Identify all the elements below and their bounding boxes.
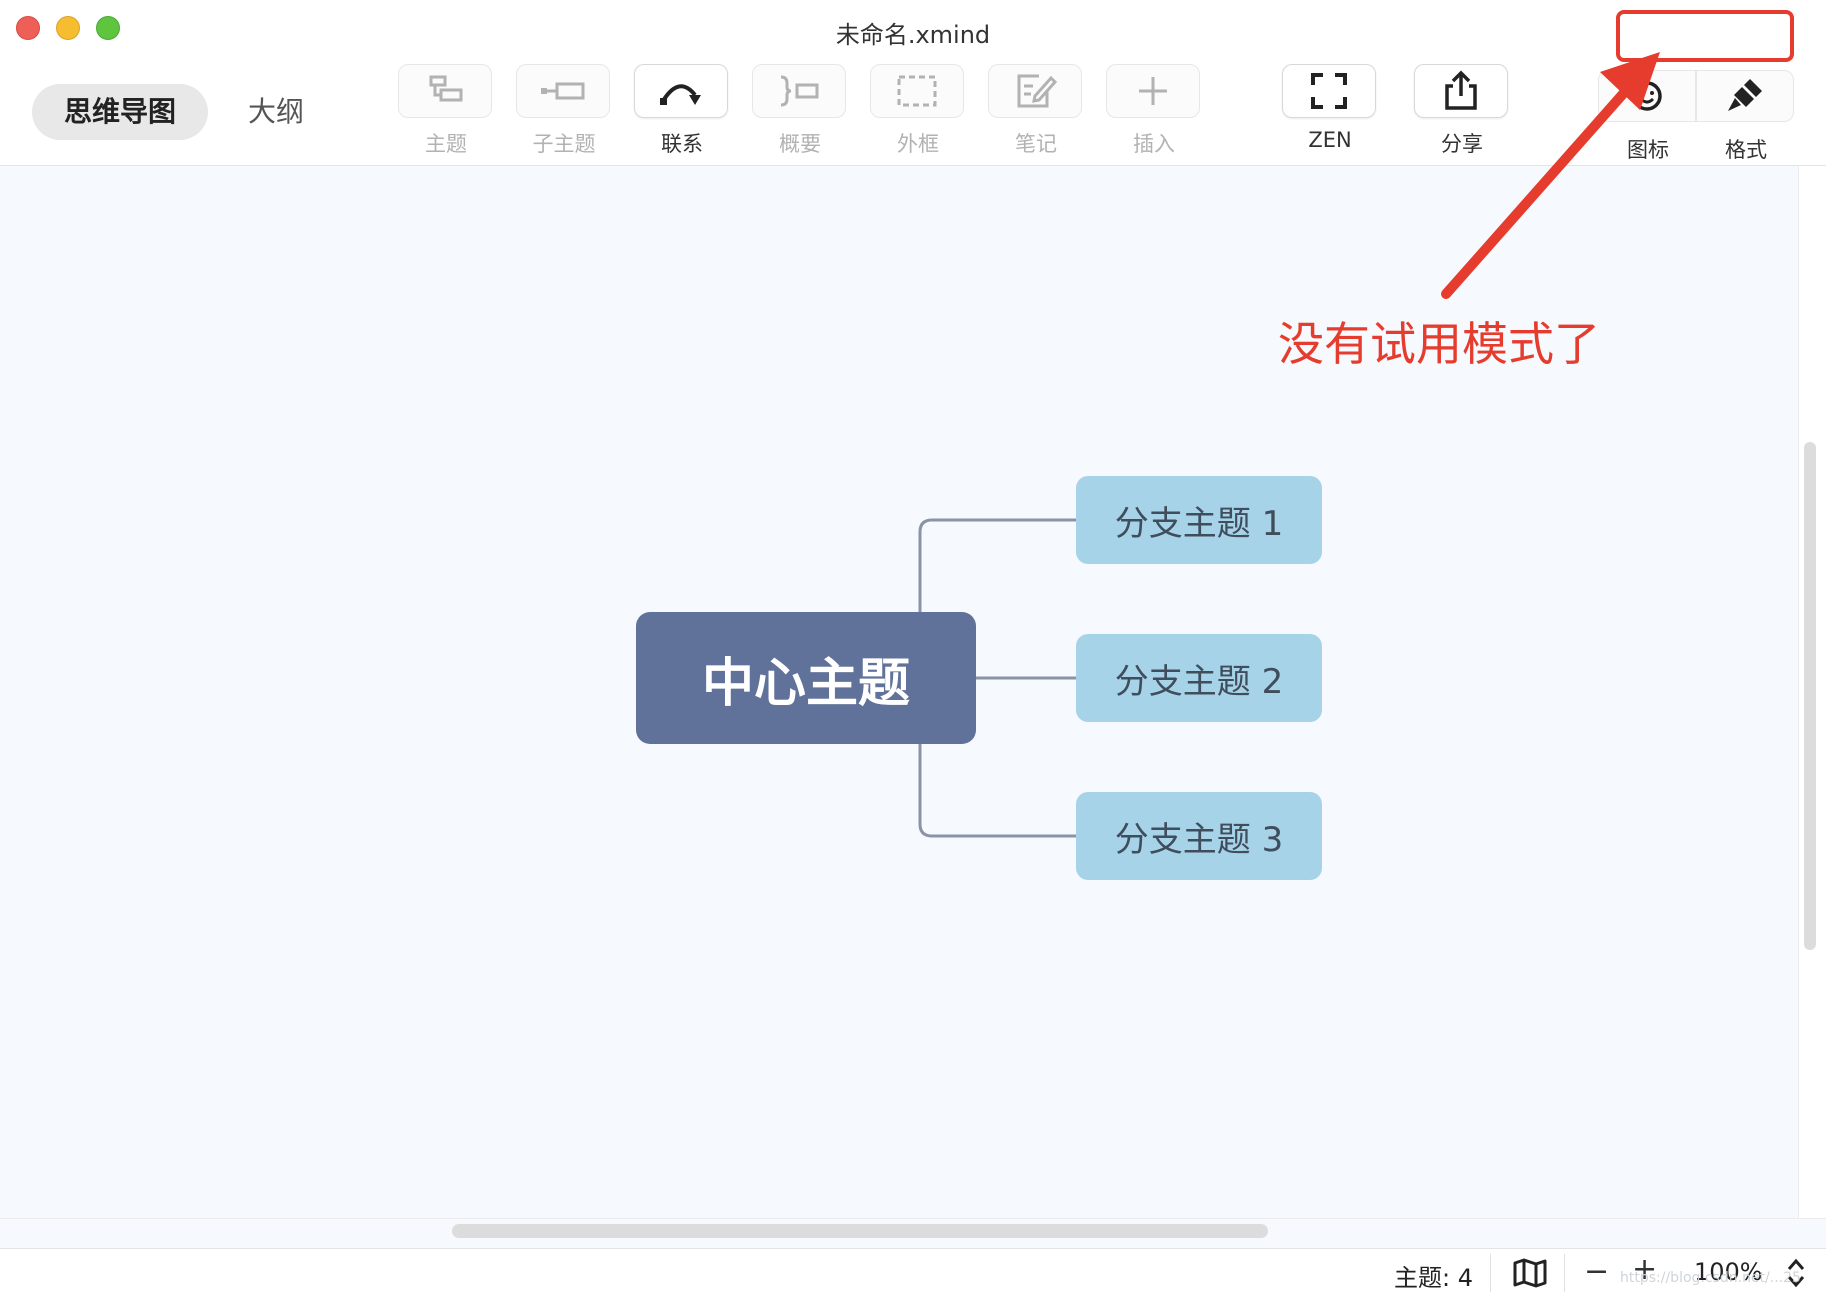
notes-label: 笔记 <box>1015 132 1057 156</box>
topic-label: 主题 <box>425 132 467 156</box>
boundary-label: 外框 <box>897 132 939 156</box>
format-panel-label: 格式 <box>1725 138 1767 162</box>
sticker-icon <box>1632 81 1662 111</box>
status-bar <box>0 1248 1826 1296</box>
icon-panel-label: 图标 <box>1627 138 1669 162</box>
window-title: 未命名.xmind <box>835 21 991 49</box>
summary-icon <box>780 75 819 107</box>
summary-button[interactable]: 概要 <box>752 64 848 158</box>
boundary-button-frame[interactable] <box>870 64 964 118</box>
insert-label: 插入 <box>1133 132 1175 156</box>
share-label: 分享 <box>1441 132 1483 156</box>
relationship-icon <box>660 84 701 105</box>
central-topic[interactable]: 中心主题 <box>636 612 976 744</box>
notes-button-frame[interactable] <box>988 64 1082 118</box>
zoom-out-button[interactable]: − <box>1584 1254 1609 1289</box>
subtopic-button[interactable]: 子主题 <box>516 64 612 158</box>
fullscreen-icon <box>1311 73 1347 109</box>
watermark: https://blog.csdn.net/...25 <box>1620 1270 1801 1286</box>
share-icon <box>1445 70 1477 110</box>
notes-button[interactable]: 笔记 <box>988 64 1084 158</box>
format-panel-button[interactable]: 格式 <box>1696 70 1796 164</box>
relationship-button[interactable]: 联系 <box>634 64 730 158</box>
boundary-button[interactable]: 外框 <box>870 64 966 158</box>
branch-topic-2[interactable]: 分支主题 2 <box>1076 634 1322 722</box>
share-button-frame[interactable] <box>1414 64 1508 118</box>
insert-button-frame[interactable] <box>1106 64 1200 118</box>
relationship-button-frame[interactable] <box>634 64 728 118</box>
tab-mindmap[interactable]: 思维导图 <box>32 84 208 140</box>
status-divider <box>1564 1254 1565 1292</box>
paintbrush-icon <box>1728 79 1762 111</box>
topic-button-frame[interactable] <box>398 64 492 118</box>
topic-count: 主题: 4 <box>1394 1264 1473 1292</box>
relationship-label: 联系 <box>661 132 703 156</box>
map-icon[interactable] <box>1512 1258 1548 1288</box>
subtopic-icon <box>541 82 585 100</box>
summary-button-frame[interactable] <box>752 64 846 118</box>
boundary-icon <box>897 75 937 107</box>
annotation-text: 没有试用模式了 <box>1278 317 1600 371</box>
insert-button[interactable]: 插入 <box>1106 64 1202 158</box>
topic-icon <box>429 75 463 102</box>
topic-button[interactable]: 主题 <box>398 64 494 158</box>
subtopic-label: 子主题 <box>532 132 596 156</box>
zen-label: ZEN <box>1308 128 1352 152</box>
tab-outline[interactable]: 大纲 <box>224 84 328 140</box>
zen-button[interactable]: ZEN <box>1282 64 1378 152</box>
branch-topic-3[interactable]: 分支主题 3 <box>1076 792 1322 880</box>
icon-panel-button[interactable]: 图标 <box>1598 70 1698 164</box>
share-button[interactable]: 分享 <box>1414 64 1510 158</box>
horizontal-scrollbar-thumb[interactable] <box>452 1224 1268 1238</box>
zen-button-frame[interactable] <box>1282 64 1376 118</box>
subtopic-button-frame[interactable] <box>516 64 610 118</box>
status-divider <box>1490 1254 1491 1292</box>
plus-icon <box>1139 77 1167 105</box>
branch-topic-1[interactable]: 分支主题 1 <box>1076 476 1322 564</box>
vertical-scrollbar-thumb[interactable] <box>1804 442 1816 950</box>
notes-icon <box>1017 74 1057 108</box>
annotation-highlight-box <box>1616 10 1794 62</box>
summary-label: 概要 <box>779 132 821 156</box>
format-panel-button-frame[interactable] <box>1696 70 1794 122</box>
icon-panel-button-frame[interactable] <box>1598 70 1696 122</box>
